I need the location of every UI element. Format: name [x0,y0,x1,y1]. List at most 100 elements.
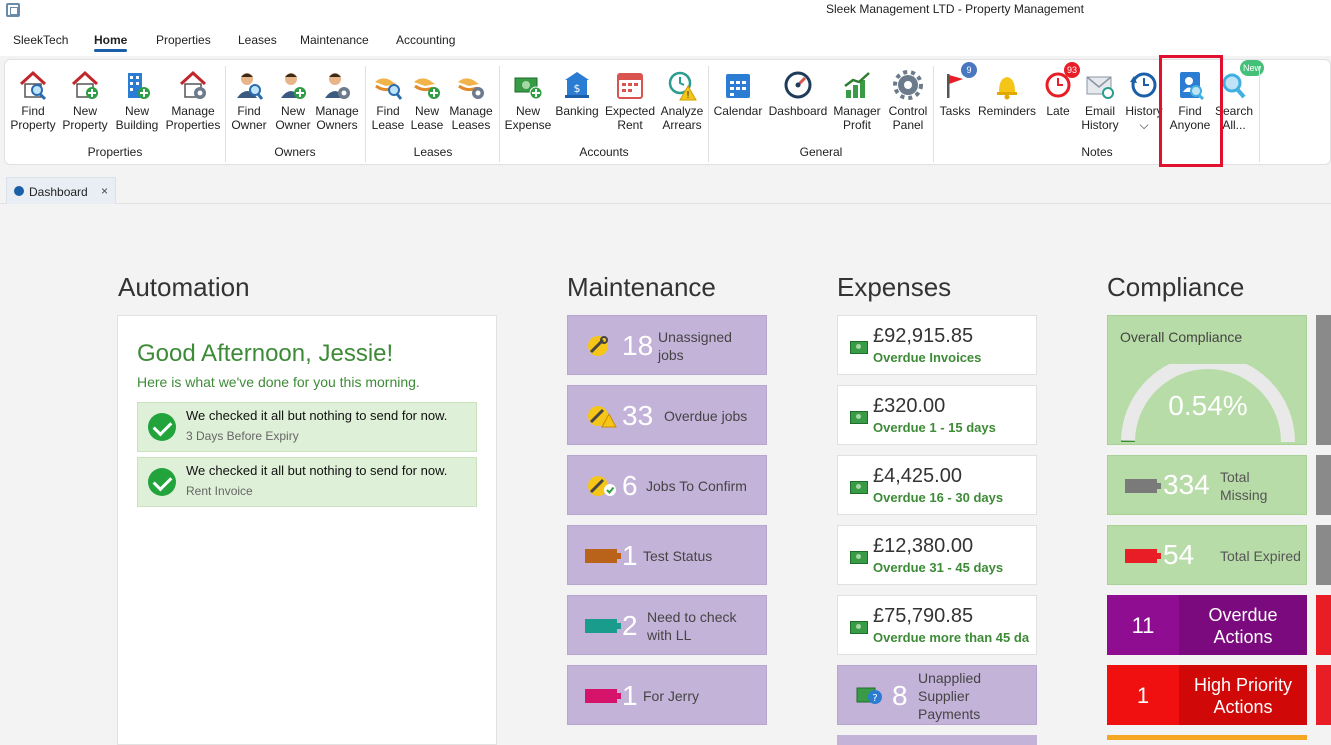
new-badge: New [1239,60,1264,76]
dashboard-gauge-icon [782,68,814,102]
new-owner-icon [277,68,309,102]
tab-dashboard-label: Dashboard [29,185,88,199]
tasks-badge: 9 [961,62,977,78]
expense-tile-45-plus[interactable]: £75,790.85 Overdue more than 45 da [837,595,1037,655]
manage-leases-icon [455,68,487,102]
calendar-icon [722,68,754,102]
new-expense-icon [512,68,544,102]
title-bar: Sleek Management LTD - Property Manageme… [0,0,1331,22]
maint-tile-unassigned[interactable]: 18 Unassigned jobs [567,315,767,375]
svg-text:$: $ [574,82,581,95]
window-title: Sleek Management LTD - Property Manageme… [826,2,1084,16]
find-property-button[interactable]: Find Property [7,68,59,144]
automation-title: Automation [118,272,250,302]
find-owner-icon [233,68,265,102]
automation-item[interactable]: We checked it all but nothing to send fo… [137,457,477,507]
email-icon [1084,68,1116,102]
app-icon[interactable] [6,3,20,17]
status-plug-icon [585,619,621,633]
expense-tile-1-15[interactable]: £320.00 Overdue 1 - 15 days [837,385,1037,445]
new-building-icon [121,68,153,102]
expense-tile-unapplied[interactable]: ? 8 Unapplied Supplier Payments [837,665,1037,725]
edge-tile[interactable] [1316,455,1331,515]
menu-accounting[interactable]: Accounting [396,33,455,47]
analyze-arrears-icon: ! [666,68,698,102]
expected-rent-button[interactable]: Expected Rent [604,68,656,144]
find-anyone-highlight-box [1159,55,1223,167]
status-plug-icon [1125,479,1161,493]
banking-button[interactable]: $ Banking [551,68,603,144]
close-icon[interactable]: × [101,184,108,198]
new-property-icon [69,68,101,102]
actions-tile-high-priority[interactable]: 1 High Priority Actions [1107,665,1307,725]
money-icon [850,481,868,494]
actions-tile-partial[interactable] [1107,735,1307,740]
find-property-icon [17,68,49,102]
check-circle-icon [148,413,176,441]
expense-tile-16-30[interactable]: £4,425.00 Overdue 16 - 30 days [837,455,1037,515]
group-label-notes: Notes [1081,145,1113,159]
calendar-button[interactable]: Calendar [712,68,764,144]
history-icon [1128,68,1160,102]
ribbon-separator [499,66,500,162]
unapplied-payments-icon: ? [856,684,882,706]
manager-profit-button[interactable]: Manager Profit [831,68,883,144]
maint-tile-for-jerry[interactable]: 1 For Jerry [567,665,767,725]
automation-item[interactable]: We checked it all but nothing to send fo… [137,402,477,452]
compliance-tile-missing[interactable]: 334 Total Missing [1107,455,1307,515]
manage-leases-button[interactable]: Manage Leases [445,68,497,144]
new-expense-button[interactable]: New Expense [502,68,554,144]
menu-bar: SleekTech Home Properties Leases Mainten… [0,22,1331,56]
group-label-properties: Properties [87,145,143,159]
expense-tile-partial[interactable] [837,735,1037,745]
document-tab-strip: Dashboard × [0,176,1331,204]
manager-profit-icon [841,68,873,102]
manage-owners-icon [321,68,353,102]
money-icon [850,411,868,424]
analyze-arrears-button[interactable]: ! Analyze Arrears [656,68,708,144]
status-plug-icon [1125,549,1161,563]
menu-maintenance[interactable]: Maintenance [300,33,369,47]
menu-sleektech[interactable]: SleekTech [13,33,68,47]
menu-home[interactable]: Home [94,33,128,52]
compliance-title: Compliance [1107,272,1245,302]
edge-tile[interactable] [1316,595,1331,655]
tab-dashboard[interactable]: Dashboard × [6,177,116,204]
maint-tile-confirm[interactable]: 6 Jobs To Confirm [567,455,767,515]
menu-leases[interactable]: Leases [238,33,277,47]
maint-tile-test-status[interactable]: 1 Test Status [567,525,767,585]
ribbon: Find Property New Property New Building … [4,59,1331,165]
manage-owners-button[interactable]: Manage Owners [311,68,363,144]
wrench-icon [585,334,617,356]
compliance-tile-expired[interactable]: 54 Total Expired [1107,525,1307,585]
expense-tile-overdue-invoices[interactable]: £92,915.85 Overdue Invoices [837,315,1037,375]
expense-tile-31-45[interactable]: £12,380.00 Overdue 31 - 45 days [837,525,1037,585]
edge-tile[interactable] [1316,665,1331,725]
find-lease-icon [372,68,404,102]
manage-properties-icon [177,68,209,102]
maint-tile-overdue[interactable]: 33 Overdue jobs [567,385,767,445]
new-property-button[interactable]: New Property [59,68,111,144]
control-panel-button[interactable]: Control Panel [882,68,934,144]
group-label-accounts: Accounts [579,145,629,159]
wrench-warning-icon [585,404,617,428]
new-building-button[interactable]: New Building [111,68,163,144]
tasks-button[interactable]: 9 Tasks [929,62,981,144]
maint-tile-check-ll[interactable]: 2 Need to check with LL [567,595,767,655]
edge-tile[interactable] [1316,315,1331,445]
edge-tile[interactable] [1316,525,1331,585]
check-circle-icon [148,468,176,496]
reminders-button[interactable]: Reminders [977,68,1037,144]
dashboard-button[interactable]: Dashboard [768,68,828,144]
actions-tile-overdue[interactable]: 11 Overdue Actions [1107,595,1307,655]
svg-text:!: ! [686,90,690,101]
status-plug-icon [585,549,621,563]
ribbon-separator [1259,66,1260,162]
overall-compliance-tile[interactable]: Overall Compliance 0.54% [1107,315,1307,445]
group-label-leases: Leases [413,145,453,159]
group-label-owners: Owners [274,145,316,159]
manage-properties-button[interactable]: Manage Properties [165,68,221,144]
menu-properties[interactable]: Properties [156,33,211,47]
clock-icon: 93 [1042,62,1080,102]
flag-icon: 9 [939,62,977,102]
